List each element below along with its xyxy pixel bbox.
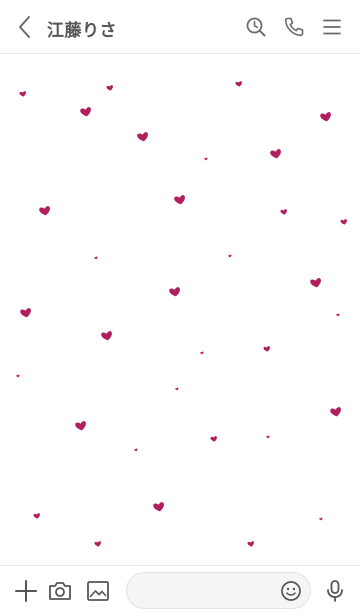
heart-icon	[33, 513, 40, 519]
heart-icon	[330, 407, 341, 417]
plus-icon[interactable]	[13, 578, 39, 604]
microphone-icon[interactable]	[322, 578, 348, 604]
heart-icon	[134, 448, 138, 452]
heart-icon	[320, 112, 331, 122]
phone-icon[interactable]	[282, 15, 306, 39]
heart-icon	[106, 85, 113, 91]
heart-icon	[75, 421, 86, 431]
image-icon[interactable]	[85, 578, 111, 604]
heart-icon	[39, 206, 50, 216]
heart-icon	[80, 107, 91, 117]
heart-icon	[153, 502, 164, 512]
heart-icon	[174, 195, 185, 205]
heart-icon	[263, 346, 270, 352]
back-icon[interactable]	[14, 14, 38, 40]
heart-icon	[270, 149, 281, 159]
heart-icon	[20, 308, 31, 318]
chat-background	[0, 54, 360, 565]
heart-icon	[247, 541, 254, 547]
chat-header: 江藤りさ	[0, 0, 360, 54]
emoji-icon[interactable]	[280, 580, 302, 602]
heart-icon	[169, 287, 180, 297]
heart-icon	[228, 254, 232, 258]
heart-icon	[235, 81, 242, 87]
chat-title: 江藤りさ	[47, 21, 117, 41]
heart-icon	[310, 278, 321, 288]
heart-icon	[94, 541, 101, 547]
heart-icon	[137, 132, 148, 142]
hearts-pattern	[16, 81, 347, 547]
heart-icon	[266, 435, 270, 439]
heart-icon	[204, 157, 208, 161]
heart-icon	[16, 374, 20, 378]
heart-icon	[175, 387, 179, 391]
heart-icon	[19, 91, 26, 97]
camera-icon[interactable]	[47, 578, 73, 604]
heart-icon	[340, 219, 347, 225]
heart-icon	[280, 209, 287, 215]
message-field[interactable]	[126, 572, 311, 609]
heart-icon	[101, 331, 112, 341]
heart-icon	[210, 436, 217, 442]
heart-icon	[319, 517, 323, 521]
message-input-bar	[0, 565, 360, 616]
heart-icon	[200, 351, 204, 355]
heart-icon	[336, 313, 340, 317]
heart-icon	[94, 256, 98, 260]
search-history-icon[interactable]	[244, 15, 268, 39]
menu-icon[interactable]	[320, 15, 344, 39]
